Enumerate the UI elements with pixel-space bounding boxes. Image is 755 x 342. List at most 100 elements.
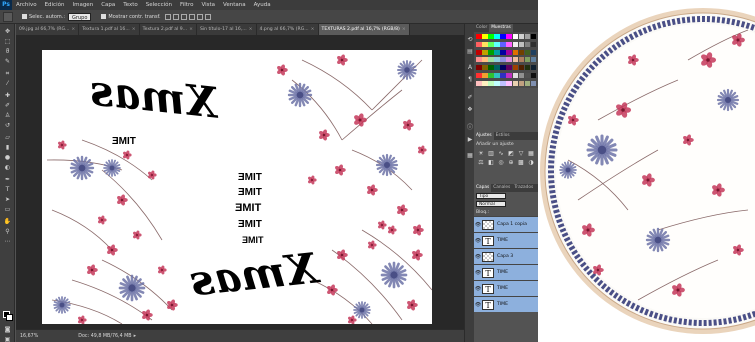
brightness-icon[interactable]: ☀ — [477, 150, 485, 157]
align-left-icon[interactable] — [188, 13, 195, 20]
tab-textura-1[interactable]: Textura 1.pdf al 16... × — [79, 24, 140, 35]
close-icon[interactable]: × — [71, 27, 75, 32]
menu-capa[interactable]: Capa — [97, 0, 119, 10]
more-tools-icon[interactable]: ⋯ — [3, 238, 12, 245]
swatch[interactable] — [488, 34, 494, 39]
swatch[interactable] — [524, 65, 531, 71]
marquee-tool-icon[interactable]: ⬚ — [3, 38, 12, 45]
gradient-tool-icon[interactable]: ▮ — [3, 144, 12, 151]
swatch[interactable] — [518, 49, 525, 55]
path-selection-tool-icon[interactable]: ➤ — [3, 196, 12, 203]
close-icon[interactable]: × — [189, 27, 193, 32]
swatch[interactable] — [500, 65, 506, 71]
clone-stamp-tool-icon[interactable]: ♙ — [3, 112, 12, 119]
swatch[interactable] — [494, 57, 500, 63]
exposure-icon[interactable]: ◩ — [507, 150, 515, 157]
quick-select-tool-icon[interactable]: ✎ — [3, 58, 12, 65]
type-tool-icon[interactable]: T — [3, 186, 12, 193]
move-tool-preset-icon[interactable] — [3, 11, 13, 22]
move-tool-icon[interactable]: ✥ — [3, 28, 12, 35]
tab-color[interactable]: Color — [474, 24, 489, 32]
close-icon[interactable]: × — [402, 27, 406, 32]
tab-swatches[interactable]: Muestras — [489, 24, 513, 32]
swatch[interactable] — [530, 65, 537, 71]
tab-styles[interactable]: Estilos — [494, 132, 512, 140]
swatch[interactable] — [494, 80, 500, 86]
character-panel-icon[interactable]: A — [466, 64, 474, 71]
vibrance-icon[interactable]: ▽ — [517, 150, 525, 157]
zoom-level[interactable]: 16,67% — [20, 334, 38, 339]
layer-row[interactable]: 👁 T TIME — [474, 264, 538, 280]
healing-brush-tool-icon[interactable]: ✚ — [3, 92, 12, 99]
swatch[interactable] — [488, 80, 494, 86]
document-canvas[interactable]: Xmas TIME TIME TIME TIME TIME TIME Xmas — [42, 50, 432, 324]
tab-texturas-2[interactable]: TEXTURAS 2.pdf al 16,7% (RGB/8) × — [318, 24, 410, 35]
visibility-eye-icon[interactable]: 👁 — [474, 222, 482, 228]
swatch[interactable] — [494, 49, 500, 55]
history-panel-icon[interactable]: ⟲ — [466, 36, 474, 43]
swatch[interactable] — [488, 49, 494, 55]
swatch[interactable] — [500, 72, 506, 78]
menu-texto[interactable]: Texto — [119, 0, 142, 10]
swatch[interactable] — [518, 80, 525, 86]
background-color-swatch[interactable] — [6, 314, 13, 321]
lasso-tool-icon[interactable]: ϑ — [3, 48, 12, 55]
zoom-tool-icon[interactable]: ⚲ — [3, 228, 12, 235]
visibility-eye-icon[interactable]: 👁 — [474, 270, 482, 276]
swatch[interactable] — [482, 80, 488, 86]
swatch[interactable] — [488, 65, 494, 71]
swatch[interactable] — [506, 72, 512, 78]
swatch[interactable] — [512, 41, 519, 47]
layer-row[interactable]: 👁 Capa 1 copia — [474, 216, 538, 232]
eraser-tool-icon[interactable]: ▱ — [3, 134, 12, 141]
visibility-eye-icon[interactable]: 👁 — [474, 238, 482, 244]
auto-select-checkbox[interactable] — [22, 14, 27, 19]
curves-icon[interactable]: ∿ — [497, 150, 505, 157]
brush-panel-icon[interactable]: ✐ — [466, 94, 474, 101]
swatch[interactable] — [488, 41, 494, 47]
swatch[interactable] — [506, 41, 512, 47]
swatch[interactable] — [512, 65, 519, 71]
swatch[interactable] — [494, 72, 500, 78]
black-white-icon[interactable]: ◧ — [487, 159, 495, 166]
actions-panel-icon[interactable]: ▶ — [466, 136, 474, 143]
swatch[interactable] — [518, 72, 525, 78]
swatch[interactable] — [506, 34, 512, 39]
swatch[interactable] — [524, 57, 531, 63]
brush-presets-icon[interactable]: ❖ — [466, 106, 474, 113]
align-center-icon[interactable] — [196, 13, 203, 20]
swatch[interactable] — [530, 57, 537, 63]
swatch[interactable] — [518, 41, 525, 47]
swatch[interactable] — [506, 57, 512, 63]
menu-seleccion[interactable]: Selección — [142, 0, 176, 10]
swatch[interactable] — [524, 34, 531, 39]
paragraph-panel-icon[interactable]: ¶ — [466, 76, 474, 83]
properties-panel-icon[interactable]: ▤ — [466, 48, 474, 55]
swatch[interactable] — [476, 80, 482, 86]
swatch[interactable] — [506, 80, 512, 86]
tab-4-png[interactable]: 4.png al 66,7% (RG... × — [257, 24, 319, 35]
swatch[interactable] — [512, 49, 519, 55]
tab-09-jpg[interactable]: 09.jpg al 66,7% (RG... × — [16, 24, 80, 35]
swatch[interactable] — [524, 41, 531, 47]
swatch[interactable] — [482, 34, 488, 39]
canvas-area[interactable]: Xmas TIME TIME TIME TIME TIME TIME Xmas — [16, 35, 464, 329]
menu-ayuda[interactable]: Ayuda — [250, 0, 275, 10]
menu-archivo[interactable]: Archivo — [12, 0, 41, 10]
align-right-icon[interactable] — [204, 13, 211, 20]
hand-tool-icon[interactable]: ✋ — [3, 218, 12, 225]
visibility-eye-icon[interactable]: 👁 — [474, 254, 482, 260]
invert-icon[interactable]: ◑ — [527, 159, 535, 166]
swatch[interactable] — [530, 34, 537, 39]
crop-tool-icon[interactable]: ⌗ — [3, 70, 12, 77]
swatch[interactable] — [524, 80, 531, 86]
swatch[interactable] — [500, 34, 506, 39]
swatch[interactable] — [512, 34, 519, 39]
swatch[interactable] — [524, 49, 531, 55]
history-brush-tool-icon[interactable]: ↺ — [3, 122, 12, 129]
close-icon[interactable]: × — [132, 27, 136, 32]
align-top-icon[interactable] — [164, 13, 171, 20]
photo-filter-icon[interactable]: ◎ — [497, 159, 505, 166]
channel-mixer-icon[interactable]: ⊕ — [507, 159, 515, 166]
tab-textura-2[interactable]: Textura 2.pdf al 9... × — [140, 24, 197, 35]
